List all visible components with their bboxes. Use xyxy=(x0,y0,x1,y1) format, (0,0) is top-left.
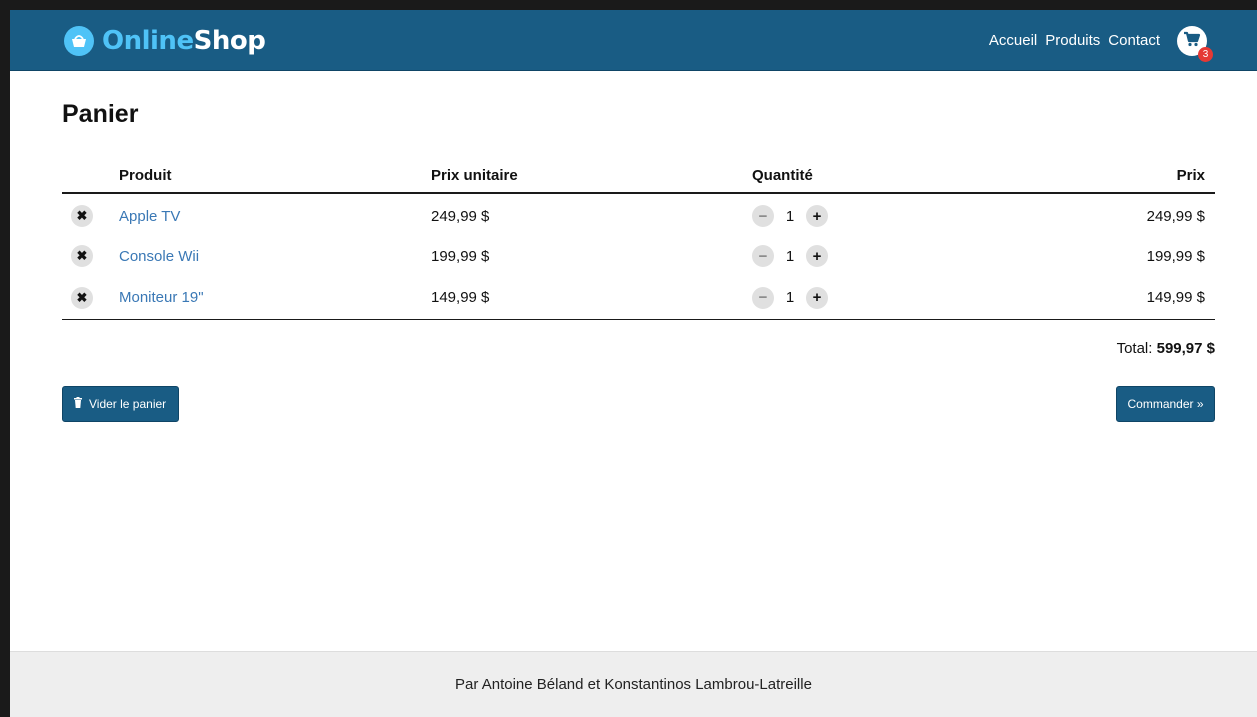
table-row: ✖ Console Wii 199,99 $ − 1 + 199,99 $ xyxy=(62,235,1215,277)
nav-contact[interactable]: Contact xyxy=(1108,32,1160,49)
main-nav: Accueil Produits Contact xyxy=(989,32,1160,49)
quantity-value: 1 xyxy=(785,207,795,225)
remove-item-button[interactable]: ✖ xyxy=(71,245,93,267)
clear-cart-button[interactable]: Vider le panier xyxy=(62,386,179,422)
table-header-row: Produit Prix unitaire Quantité Prix xyxy=(62,158,1215,194)
quantity-value: 1 xyxy=(785,247,795,265)
quantity-stepper: − 1 + xyxy=(752,205,1052,227)
quantity-stepper: − 1 + xyxy=(752,286,1052,309)
cart-count-badge: 3 xyxy=(1198,47,1213,62)
close-icon: ✖ xyxy=(76,289,88,305)
column-header-product: Produit xyxy=(119,158,431,194)
minus-icon: − xyxy=(758,289,768,307)
line-price: 149,99 $ xyxy=(1146,289,1205,307)
total-label: Total: xyxy=(1116,340,1153,357)
column-header-price: Prix xyxy=(1052,158,1215,194)
checkout-label: Commander » xyxy=(1127,397,1204,411)
remove-item-button[interactable]: ✖ xyxy=(71,205,93,227)
remove-item-button[interactable]: ✖ xyxy=(71,286,93,309)
unit-price: 199,99 $ xyxy=(431,247,490,265)
total-value: 599,97 $ xyxy=(1156,340,1215,357)
line-price: 199,99 $ xyxy=(1146,247,1205,265)
plus-icon: + xyxy=(812,247,822,265)
increase-quantity-button[interactable]: + xyxy=(806,286,828,309)
quantity-stepper: − 1 + xyxy=(752,245,1052,267)
increase-quantity-button[interactable]: + xyxy=(806,205,828,227)
decrease-quantity-button[interactable]: − xyxy=(752,205,774,227)
logo-text-shop: Shop xyxy=(193,26,266,56)
close-icon: ✖ xyxy=(76,248,88,263)
clear-cart-label: Vider le panier xyxy=(89,397,167,411)
minus-icon: − xyxy=(758,207,768,225)
column-header-unit-price: Prix unitaire xyxy=(431,158,752,194)
cart-button[interactable]: 3 xyxy=(1177,26,1213,62)
product-link[interactable]: Apple TV xyxy=(119,208,180,225)
nav-produits[interactable]: Produits xyxy=(1045,32,1100,49)
plus-icon: + xyxy=(812,207,822,225)
logo-text: OnlineShop xyxy=(102,26,266,56)
close-icon: ✖ xyxy=(76,208,88,223)
cart-table: Produit Prix unitaire Quantité Prix ✖ Ap… xyxy=(62,158,1215,320)
page-footer: Par Antoine Béland et Konstantinos Lambr… xyxy=(10,651,1257,717)
product-link[interactable]: Console Wii xyxy=(119,248,199,265)
basket-icon xyxy=(64,26,94,56)
cart-total: Total: 599,97 $ xyxy=(1117,340,1215,357)
trash-icon xyxy=(73,397,83,411)
footer-credits: Par Antoine Béland et Konstantinos Lambr… xyxy=(455,676,812,693)
unit-price: 249,99 $ xyxy=(431,207,490,225)
product-link[interactable]: Moniteur 19" xyxy=(119,289,204,306)
decrease-quantity-button[interactable]: − xyxy=(752,245,774,267)
unit-price: 149,99 $ xyxy=(431,289,490,307)
nav-accueil[interactable]: Accueil xyxy=(989,32,1037,49)
page-title: Panier xyxy=(62,100,139,128)
plus-icon: + xyxy=(812,289,822,307)
minus-icon: − xyxy=(758,247,768,265)
checkout-button[interactable]: Commander » xyxy=(1116,386,1215,422)
quantity-value: 1 xyxy=(785,289,795,307)
top-navbar: OnlineShop Accueil Produits Contact 3 xyxy=(10,10,1257,71)
line-price: 249,99 $ xyxy=(1146,207,1205,225)
table-row: ✖ Moniteur 19" 149,99 $ − 1 + 149,99 $ xyxy=(62,277,1215,319)
increase-quantity-button[interactable]: + xyxy=(806,245,828,267)
logo-text-online: Online xyxy=(102,26,194,56)
window-frame xyxy=(0,0,1257,717)
column-header-quantity: Quantité xyxy=(752,158,1052,194)
column-header-remove xyxy=(62,158,119,194)
table-row: ✖ Apple TV 249,99 $ − 1 + 249,99 $ xyxy=(62,193,1215,235)
decrease-quantity-button[interactable]: − xyxy=(752,286,774,309)
site-logo[interactable]: OnlineShop xyxy=(64,24,266,58)
